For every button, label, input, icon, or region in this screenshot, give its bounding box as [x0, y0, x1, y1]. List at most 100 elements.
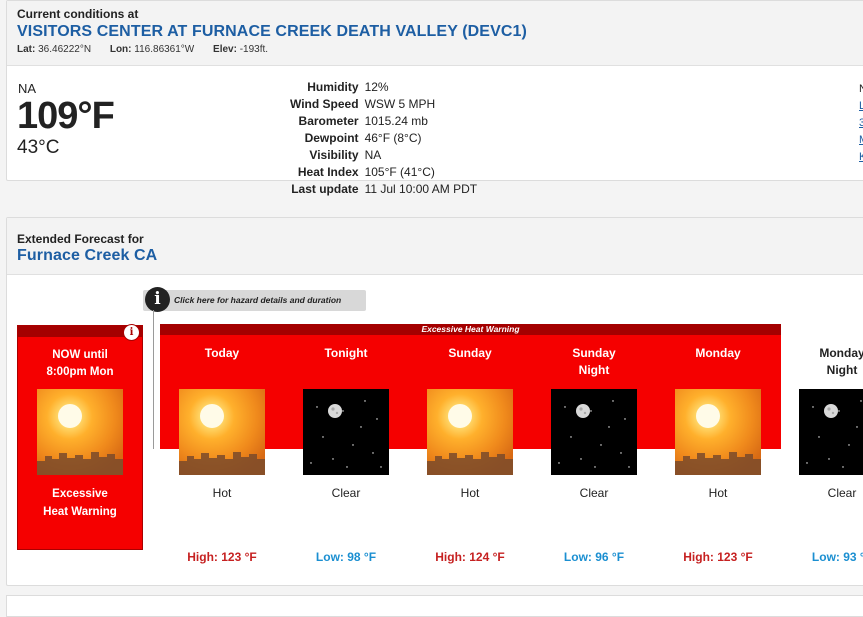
sun-icon [179, 389, 265, 475]
clipped-side-column: N L 3 M K [859, 81, 863, 166]
period-short-description: Hot [708, 486, 728, 500]
hazard-description-line1: Excessive [52, 488, 108, 500]
moon-icon [303, 389, 389, 475]
detail-key: Heat Index [297, 164, 359, 179]
lon-value: 116.86361°W [134, 44, 195, 55]
period-name: Today [160, 345, 284, 362]
period-name: Monday [656, 345, 780, 362]
forecast-period[interactable]: Monday Hot High: 123 °F [656, 218, 780, 585]
period-name: Tonight [284, 345, 408, 362]
moon-icon [799, 389, 863, 475]
station-name: VISITORS CENTER AT FURNACE CREEK DEATH V… [17, 23, 527, 40]
detail-value: 105°F (41°C) [364, 164, 435, 179]
forecast-period[interactable]: Tonight Clear Low: 98 °F [284, 218, 408, 585]
temperature-fahrenheit: 109°F [17, 95, 115, 137]
period-thumbnail[interactable] [179, 389, 265, 475]
period-short-description: Clear [579, 486, 609, 500]
period-name-line1: Today [204, 346, 240, 360]
period-temperature: Low: 96 °F [563, 550, 625, 564]
lat-item: Lat: 36.46222°N [17, 44, 99, 55]
period-name-line2: Night [578, 363, 610, 377]
period-name-line1: Monday [695, 346, 741, 360]
detail-key: Barometer [298, 113, 359, 128]
period-name-line1: Tonight [324, 346, 368, 360]
forecast-period[interactable]: Monday Night Clear Low: 93 °F [780, 218, 863, 585]
detail-key: Humidity [307, 79, 359, 94]
detail-key: Last update [291, 181, 359, 196]
elev-key: Elev: [213, 44, 237, 55]
period-name-line1: Sunday [448, 346, 492, 360]
period-name-line1: Monday [819, 346, 863, 360]
forecast-period[interactable]: Sunday Hot High: 124 °F [408, 218, 532, 585]
hazard-description: Excessive Heat Warning [18, 485, 142, 521]
detail-row: Visibility NA [287, 146, 480, 163]
period-name-line2: Night [826, 363, 858, 377]
hazard-thumbnail [37, 389, 123, 475]
current-conditions-label: Current conditions at [17, 7, 139, 21]
period-thumbnail[interactable] [799, 389, 863, 475]
temperature-celsius: 43°C [17, 137, 60, 158]
detail-key: Visibility [309, 147, 359, 162]
period-name: Sunday [408, 345, 532, 362]
period-temperature: High: 123 °F [187, 550, 257, 564]
period-temperature: Low: 98 °F [315, 550, 377, 564]
clipped-side-link[interactable]: M [859, 132, 863, 149]
detail-key: Dewpoint [304, 130, 359, 145]
divider [153, 310, 154, 449]
period-name: Monday Night [780, 345, 863, 379]
detail-key: Wind Speed [290, 96, 359, 111]
lon-item: Lon: 116.86361°W [110, 44, 202, 55]
clipped-side-heading: N [859, 83, 863, 95]
period-name: Sunday Night [532, 345, 656, 379]
detail-value: WSW 5 MPH [364, 96, 436, 111]
current-hazard-box[interactable]: i NOW until 8:00pm Mon Excessive Heat Wa… [17, 324, 143, 550]
detail-row: Dewpoint 46°F (8°C) [287, 129, 480, 146]
period-name-line1: Sunday [572, 346, 616, 360]
station-coords: Lat: 36.46222°N Lon: 116.86361°W Elev: -… [17, 44, 863, 55]
conditions-details-table: Humidity 12% Wind Speed WSW 5 MPH Barometer 1… [287, 78, 480, 197]
detail-row: Wind Speed WSW 5 MPH [287, 95, 480, 112]
extended-forecast-panel: Extended Forecast for Furnace Creek CA i… [6, 217, 863, 586]
condition-description: NA [18, 81, 37, 96]
detail-value: 12% [364, 79, 389, 94]
moon-icon [551, 389, 637, 475]
period-thumbnail[interactable] [427, 389, 513, 475]
period-short-description: Clear [827, 486, 857, 500]
current-conditions-panel: Current conditions at VISITORS CENTER AT… [6, 0, 863, 196]
clipped-side-link[interactable]: L [859, 98, 863, 115]
sun-icon [675, 389, 761, 475]
period-thumbnail[interactable] [303, 389, 389, 475]
lon-key: Lon: [109, 44, 132, 55]
hazard-info-icon[interactable]: i [123, 324, 140, 341]
detail-row: Heat Index 105°F (41°C) [287, 163, 480, 180]
sun-icon [427, 389, 513, 475]
detail-value: 1015.24 mb [364, 113, 428, 128]
forecast-period[interactable]: Sunday Night Clear Low: 96 °F [532, 218, 656, 585]
detail-row: Barometer 1015.24 mb [287, 112, 480, 129]
lat-key: Lat: [17, 44, 36, 55]
period-short-description: Hot [460, 486, 480, 500]
clipped-side-link[interactable]: K [859, 149, 863, 166]
detail-value: 11 Jul 10:00 AM PDT [364, 181, 478, 196]
period-temperature: Low: 93 °F [811, 550, 863, 564]
lat-value: 36.46222°N [38, 44, 92, 55]
period-thumbnail[interactable] [675, 389, 761, 475]
detail-row: Last update 11 Jul 10:00 AM PDT [287, 180, 480, 197]
hazard-description-line2: Heat Warning [43, 506, 117, 518]
forecast-period[interactable]: Today Hot High: 123 °F [160, 218, 284, 585]
period-short-description: Hot [212, 486, 232, 500]
period-temperature: High: 123 °F [683, 550, 753, 564]
detail-row: Humidity 12% [287, 78, 480, 95]
period-short-description: Clear [331, 486, 361, 500]
hazard-period-line2: 8:00pm Mon [46, 366, 114, 378]
sun-icon [37, 389, 123, 475]
elev-value: -193ft. [239, 44, 269, 55]
hazard-period-title: NOW until 8:00pm Mon [18, 347, 142, 381]
elev-item: Elev: -193ft. [213, 44, 276, 55]
period-thumbnail[interactable] [551, 389, 637, 475]
period-temperature: High: 124 °F [435, 550, 505, 564]
current-conditions-header: Current conditions at VISITORS CENTER AT… [7, 1, 863, 66]
detail-value: NA [364, 147, 382, 162]
detail-value: 46°F (8°C) [364, 130, 422, 145]
clipped-side-link[interactable]: 3 [859, 115, 863, 132]
